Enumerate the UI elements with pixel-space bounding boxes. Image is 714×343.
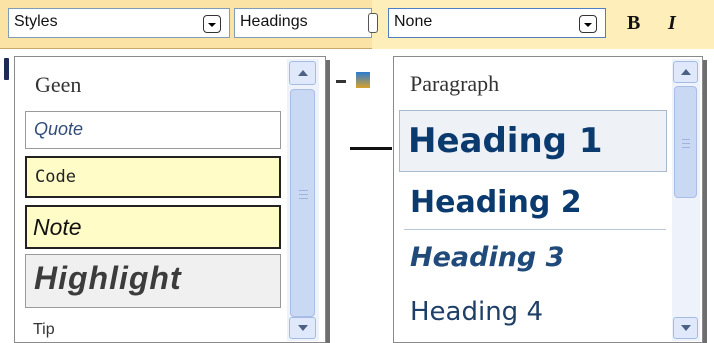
format-combo-label: None: [394, 13, 433, 30]
style-item-tip[interactable]: Tip: [25, 313, 281, 343]
format-combo[interactable]: None: [388, 8, 606, 38]
heading-item-heading-2[interactable]: Heading 2: [404, 180, 666, 230]
scroll-down-button[interactable]: [289, 317, 316, 339]
picture-icon: [356, 72, 370, 88]
style-item-code[interactable]: Code: [25, 156, 281, 198]
styles-combo[interactable]: Styles: [8, 8, 230, 38]
style-item-label: Quote: [34, 119, 84, 139]
style-item-label: Tip: [33, 321, 55, 338]
style-item-label: Note: [33, 214, 82, 240]
styles-scrollbar[interactable]: [287, 59, 319, 341]
heading-item-heading-1[interactable]: Heading 1: [399, 110, 667, 172]
scroll-down-button[interactable]: [673, 317, 698, 339]
styles-dropdown-button[interactable]: [203, 15, 221, 33]
headings-dropdown-menu: Paragraph Heading 1 Heading 2 Heading 3 …: [393, 56, 703, 343]
format-dropdown-button[interactable]: [579, 15, 597, 33]
styles-dropdown-menu: Geen Quote Code Note Highlight Tip: [14, 56, 326, 343]
scroll-up-button[interactable]: [289, 61, 316, 85]
heading-item-label: Heading 1: [408, 121, 603, 161]
heading-item-label: Heading 2: [410, 185, 582, 220]
scroll-up-button[interactable]: [673, 61, 698, 83]
headings-combo-label: Headings: [240, 13, 308, 30]
style-item-label: Highlight: [34, 260, 182, 296]
style-item-geen[interactable]: Geen: [25, 63, 279, 105]
heading-item-label: Paragraph: [410, 71, 500, 96]
headings-scrollbar[interactable]: [672, 59, 700, 341]
small-dropdown-button[interactable]: [368, 13, 378, 33]
bold-button[interactable]: B: [627, 12, 640, 35]
editor-line-fragment: [350, 147, 392, 150]
heading-item-heading-4[interactable]: Heading 4: [404, 289, 666, 343]
style-item-highlight[interactable]: Highlight: [25, 254, 281, 308]
scrollbar-thumb[interactable]: [290, 89, 315, 317]
style-item-label: Geen: [35, 72, 82, 97]
style-item-quote[interactable]: Quote: [25, 111, 281, 149]
heading-item-label: Heading 4: [410, 297, 543, 327]
heading-item-label: Heading 3: [410, 242, 565, 273]
dash-icon: [336, 80, 346, 83]
styles-combo-label: Styles: [14, 13, 58, 30]
scrollbar-thumb[interactable]: [674, 86, 697, 198]
style-item-note[interactable]: Note: [25, 205, 281, 249]
italic-button[interactable]: I: [668, 12, 676, 35]
grip-icon: [4, 58, 9, 80]
heading-item-heading-3[interactable]: Heading 3: [404, 237, 666, 283]
heading-item-paragraph[interactable]: Paragraph: [404, 63, 666, 103]
style-item-label: Code: [35, 167, 76, 187]
headings-combo[interactable]: Headings: [234, 8, 372, 38]
